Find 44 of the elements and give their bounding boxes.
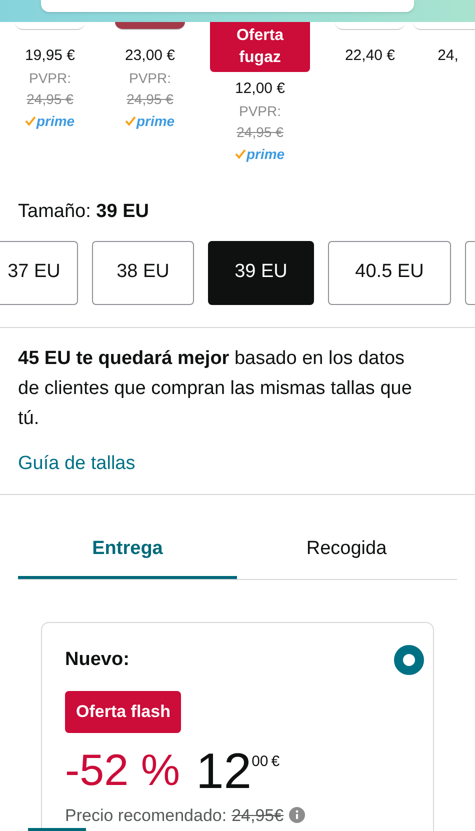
radio-button[interactable]	[394, 645, 424, 675]
swatch-thumbnail[interactable]	[335, 22, 405, 30]
list-price: 24,95€	[232, 804, 284, 826]
size-option[interactable]: 37 EU	[0, 240, 78, 304]
size-option[interactable]: 38 EU	[92, 240, 194, 304]
check-icon	[235, 148, 246, 158]
price-fraction: 00	[252, 752, 268, 772]
prime-logo: prime	[36, 112, 75, 130]
fit-recommendation: 45 EU te quedará mejor basado en los datos de clientes que compran las mismas tallas que tú.	[17, 346, 413, 430]
selected-size: 39 EU	[96, 201, 149, 222]
size-option[interactable]: 40.5 EU	[328, 240, 451, 304]
check-icon	[125, 116, 136, 126]
price-whole: 12	[196, 742, 252, 798]
swatch-thumbnail[interactable]	[413, 22, 475, 30]
list-price: 24,95 €	[126, 90, 174, 108]
swatch-thumbnail[interactable]	[115, 22, 185, 30]
price: 24,	[438, 46, 458, 66]
swatch-thumbnail[interactable]	[15, 22, 85, 30]
scroll-indicator	[28, 828, 86, 831]
list-price-label: PVPR:	[238, 102, 281, 120]
price: 12,00 €	[234, 79, 286, 99]
condition-label: Nuevo:	[65, 648, 130, 672]
tab[interactable]: Entrega	[18, 535, 237, 579]
price: 19,95 €	[24, 46, 76, 66]
deal-badge: Oferta fugaz	[210, 22, 310, 72]
discount: -52 %	[65, 744, 180, 796]
price: 23,00 €	[124, 46, 176, 66]
prime-logo: prime	[246, 144, 285, 162]
check-icon	[25, 116, 36, 126]
info-icon[interactable]	[288, 807, 305, 824]
list-price: 24,95 €	[26, 90, 74, 108]
list-price-label: PVPR:	[128, 68, 171, 88]
tab[interactable]: Recogida	[237, 535, 456, 579]
flash-deal-badge: Oferta flash	[65, 691, 182, 732]
size-option[interactable]: 39 EU	[208, 240, 314, 304]
list-price-label: Precio recomendado:	[65, 804, 227, 826]
price: 22,40 €	[344, 46, 396, 66]
search-field[interactable]	[41, 0, 414, 12]
size-label: Tamaño:	[18, 201, 92, 222]
prime-logo: prime	[136, 112, 175, 130]
currency: €	[271, 752, 280, 772]
size-guide-link[interactable]: Guía de tallas	[0, 450, 154, 478]
list-price: 24,95 €	[236, 122, 284, 142]
list-price-label: PVPR:	[28, 68, 71, 88]
